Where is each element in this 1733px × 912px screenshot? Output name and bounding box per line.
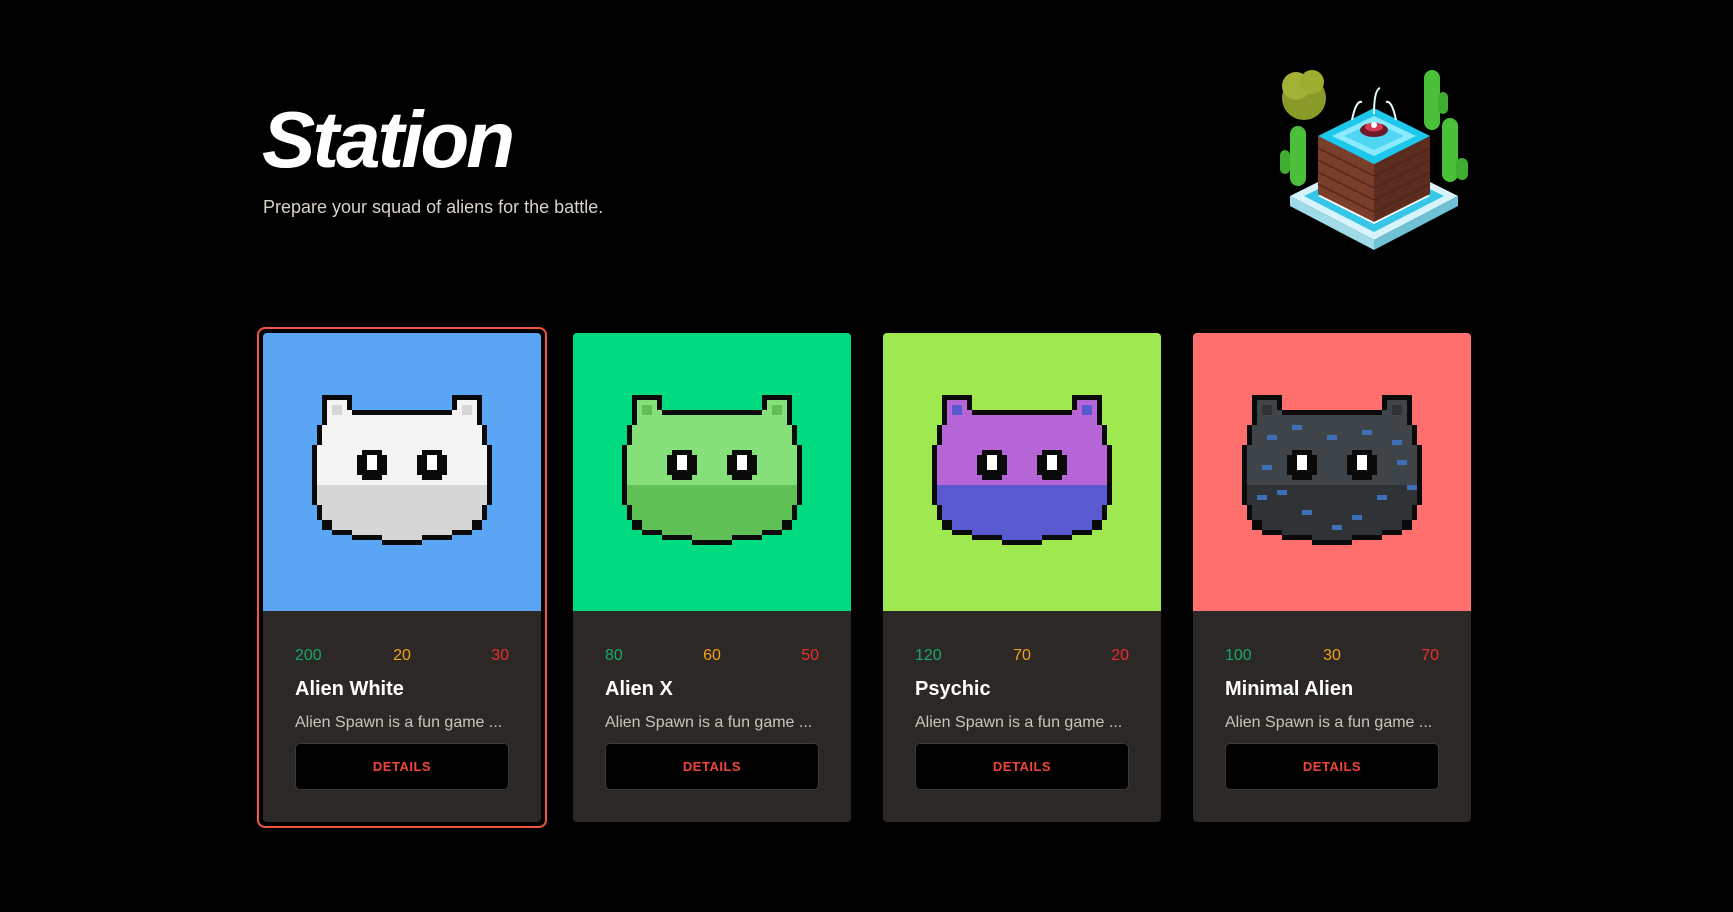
- alien-art: [263, 333, 541, 611]
- stat-attack: 60: [703, 647, 721, 664]
- alien-avatar-icon: [312, 395, 492, 545]
- alien-description: Alien Spawn is a fun game ...: [915, 714, 1123, 731]
- alien-avatar-icon: [1242, 395, 1422, 545]
- alien-card[interactable]: 100 30 70 Minimal Alien Alien Spawn is a fun…: [1193, 333, 1471, 822]
- alien-card[interactable]: 120 70 20 Psychic Alien Spawn is a fun game …: [883, 333, 1161, 822]
- details-button[interactable]: DETAILS: [605, 743, 819, 790]
- stat-defense: 30: [491, 647, 509, 664]
- stat-defense: 50: [801, 647, 819, 664]
- alien-stats: 120 70 20: [915, 646, 1129, 666]
- alien-description: Alien Spawn is a fun game ...: [605, 714, 813, 731]
- station-page: Station Prepare your squad of aliens for…: [0, 0, 1733, 912]
- alien-art: [573, 333, 851, 611]
- alien-art: [883, 333, 1161, 611]
- alien-name: Alien X: [605, 678, 673, 700]
- alien-name: Psychic: [915, 678, 991, 700]
- alien-name: Minimal Alien: [1225, 678, 1354, 700]
- page-subtitle: Prepare your squad of aliens for the bat…: [263, 197, 604, 217]
- alien-avatar-icon: [622, 395, 802, 545]
- alien-stats: 200 20 30: [295, 646, 509, 666]
- stat-attack: 70: [1013, 647, 1031, 664]
- details-button[interactable]: DETAILS: [1225, 743, 1439, 790]
- alien-art: [1193, 333, 1471, 611]
- alien-stats: 100 30 70: [1225, 646, 1439, 666]
- stat-defense: 20: [1111, 647, 1129, 664]
- page-title: Station: [262, 95, 515, 184]
- alien-card[interactable]: 80 60 50 Alien X Alien Spawn is a fun game .…: [573, 333, 851, 822]
- alien-name: Alien White: [295, 678, 404, 700]
- alien-description: Alien Spawn is a fun game ...: [295, 714, 503, 731]
- stat-attack: 20: [393, 647, 411, 664]
- alien-stats: 80 60 50: [605, 646, 819, 666]
- stat-defense: 70: [1421, 647, 1439, 664]
- isometric-fountain-icon: [1280, 70, 1468, 250]
- alien-card[interactable]: 200 20 30 Alien White Alien Spawn is a fun g…: [257, 327, 547, 828]
- alien-card-list: 200 20 30 Alien White Alien Spawn is a fun g…: [257, 327, 1473, 828]
- details-button[interactable]: DETAILS: [295, 743, 509, 790]
- alien-description: Alien Spawn is a fun game ...: [1225, 714, 1433, 731]
- stat-attack: 30: [1323, 647, 1341, 664]
- alien-avatar-icon: [932, 395, 1112, 545]
- details-button[interactable]: DETAILS: [915, 743, 1129, 790]
